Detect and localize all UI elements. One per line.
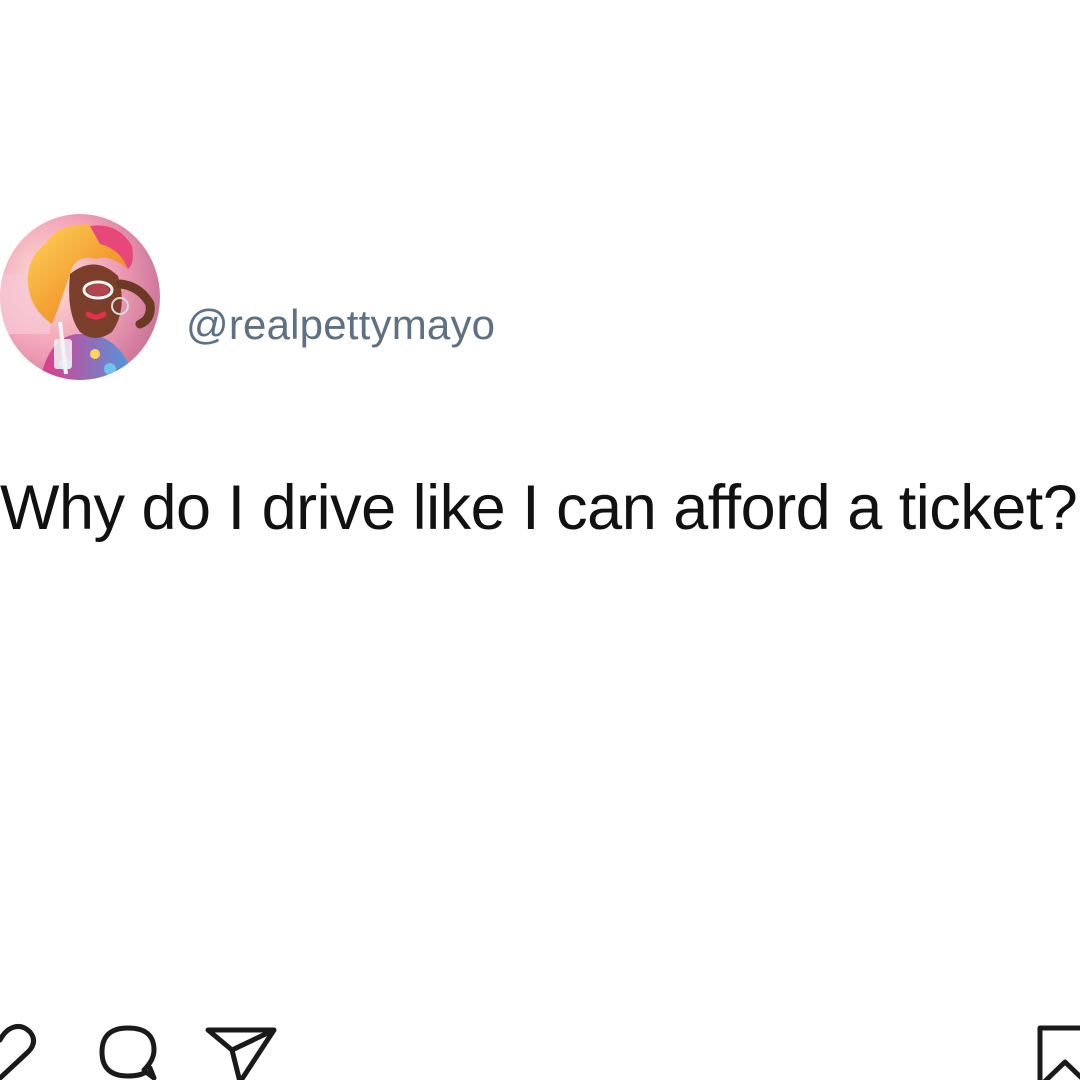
avatar[interactable] bbox=[0, 214, 160, 380]
share-icon[interactable] bbox=[202, 1022, 282, 1080]
post-text: Why do I drive like I can afford a ticke… bbox=[0, 473, 1078, 543]
comment-icon[interactable] bbox=[88, 1022, 168, 1080]
heart-icon[interactable] bbox=[0, 1022, 40, 1080]
author-handle[interactable]: @realpettymayo bbox=[186, 300, 495, 350]
save-icon[interactable] bbox=[1030, 1022, 1080, 1080]
avatar-illustration bbox=[0, 214, 160, 380]
